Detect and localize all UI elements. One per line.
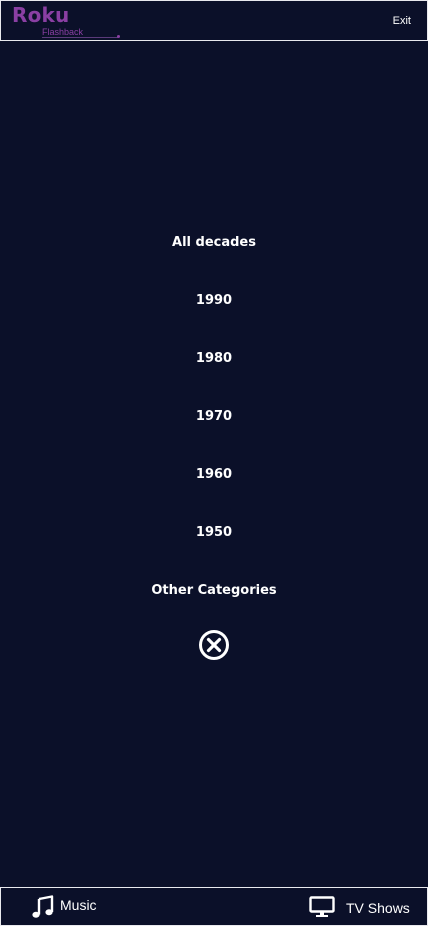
exit-button[interactable]: Exit (393, 15, 411, 27)
menu-item-all-decades[interactable]: All decades (0, 234, 428, 252)
monitor-icon (309, 895, 335, 917)
menu-item-1950[interactable]: 1950 (0, 524, 428, 542)
top-bar: Roku Flashback Exit (0, 0, 428, 41)
logo-dot (117, 35, 120, 38)
nav-tv-shows[interactable]: TV Shows (309, 888, 410, 925)
close-menu-button[interactable] (198, 629, 230, 661)
logo-underline (42, 37, 118, 38)
logo-subtitle: Flashback (42, 27, 84, 37)
nav-tv-shows-label: TV Shows (346, 899, 410, 916)
nav-music-label: Music (60, 896, 97, 913)
nav-music[interactable]: Music (31, 888, 97, 925)
roku-flashback-logo: Roku Flashback (12, 4, 124, 38)
menu-item-1970[interactable]: 1970 (0, 408, 428, 426)
music-note-icon (32, 894, 54, 918)
menu-item-1960[interactable]: 1960 (0, 466, 428, 484)
app-screen: Roku Flashback Exit All decades 1990 198… (0, 0, 428, 926)
logo-brand: Roku (12, 3, 70, 27)
menu-item-other-categories[interactable]: Other Categories (0, 582, 428, 600)
circle-x-icon (199, 630, 229, 660)
bottom-nav: Music TV Shows (0, 887, 428, 926)
menu-item-1990[interactable]: 1990 (0, 292, 428, 310)
menu-item-1980[interactable]: 1980 (0, 350, 428, 368)
